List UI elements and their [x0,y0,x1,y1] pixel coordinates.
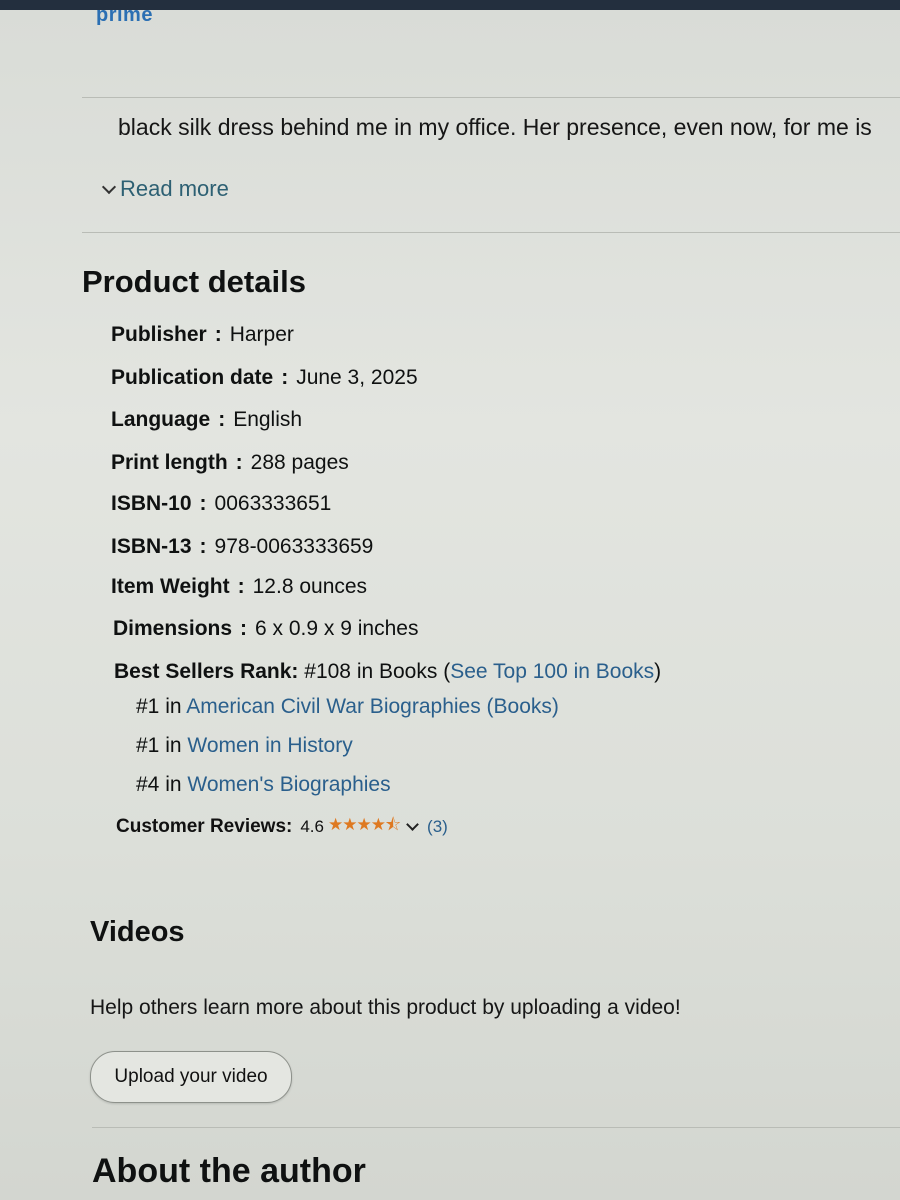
description-excerpt: black silk dress behind me in my office.… [118,114,872,140]
top-bar [0,0,900,10]
category-link[interactable]: Women's Biographies [187,773,390,796]
best-sellers-overall: #108 in Books ( [304,660,451,683]
detail-item-weight: Item Weight:12.8 ounces [111,575,368,598]
see-top-100-link[interactable]: See Top 100 in Books [450,660,654,683]
star-rating-icon[interactable]: ★★★★⯪ [328,812,401,841]
detail-publication-date: Publication date: June 3, 2025 [111,366,418,389]
detail-print-length: Print length:288 pages [111,451,349,474]
chevron-down-icon[interactable] [406,818,419,831]
divider [82,232,900,233]
product-details-title: Product details [82,264,306,299]
page: prime black silk dress behind me in my o… [0,10,900,1200]
prime-logo[interactable]: prime [96,10,153,27]
category-link[interactable]: Women in History [187,734,352,757]
customer-reviews-label: Customer Reviews: [116,815,293,837]
divider [92,1127,900,1128]
rating-value: 4.6 [300,816,324,836]
divider [82,97,900,98]
sub-rank-item: #4 in Women's Biographies [136,773,391,796]
review-count-link[interactable]: (3) [427,817,448,837]
category-link[interactable]: American Civil War Biographies (Books) [186,695,559,718]
about-author-title: About the author [92,1152,366,1190]
sub-rank-item: #1 in Women in History [136,734,353,757]
best-sellers-label: Best Sellers Rank: [114,660,299,683]
chevron-down-icon [101,179,117,195]
read-more-link[interactable]: Read more [101,176,229,202]
read-more-label: Read more [120,176,229,201]
detail-dimensions: Dimensions:6 x 0.9 x 9 inches [113,617,419,640]
detail-publisher: Publisher: Harper [111,323,294,346]
upload-video-button[interactable]: Upload your video [90,1051,292,1103]
customer-reviews: Customer Reviews: 4.6 ★★★★⯪ (3) [116,812,448,841]
upload-video-label: Upload your video [114,1066,268,1087]
detail-language: Language: English [111,408,303,431]
videos-help-text: Help others learn more about this produc… [90,996,681,1019]
detail-isbn-10: ISBN-10:0063333651 [111,492,332,515]
best-sellers-rank: Best Sellers Rank: #108 in Books (See To… [114,660,662,683]
sub-rank-item: #1 in American Civil War Biographies (Bo… [136,695,559,718]
detail-isbn-13: ISBN-13:978-0063333659 [111,535,374,558]
videos-title: Videos [90,916,185,948]
